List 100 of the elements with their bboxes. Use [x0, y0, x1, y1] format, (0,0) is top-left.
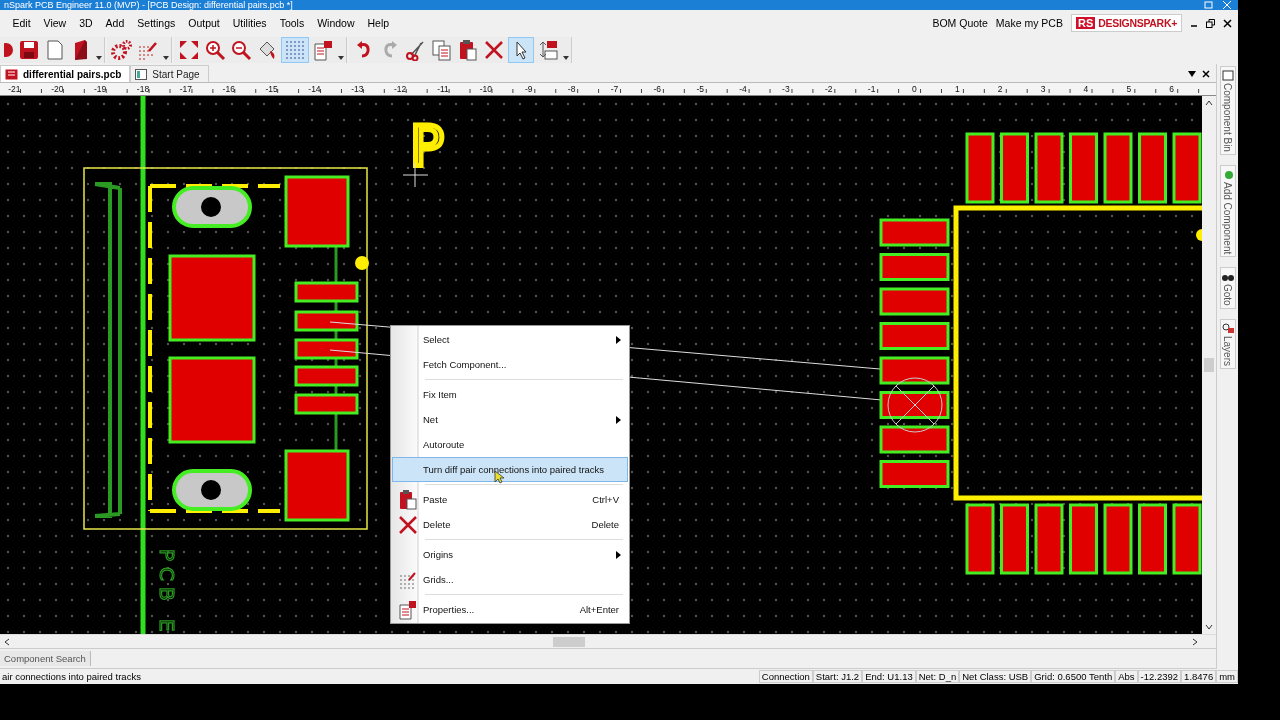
dropdown-icon[interactable]	[563, 55, 569, 61]
side-panel-tab[interactable]: Component Bin	[1219, 66, 1236, 155]
gears-icon[interactable]	[111, 39, 133, 61]
status-field: Start: J1.2	[812, 670, 863, 683]
zoom-in-icon[interactable]	[204, 39, 226, 61]
menu-item[interactable]: Tools	[273, 17, 311, 29]
ic-footprint-drawing[interactable]	[879, 132, 1202, 575]
logo-badge: RS	[1075, 17, 1096, 29]
dropdown-icon[interactable]	[163, 55, 169, 61]
ruler-label: -18	[135, 83, 151, 96]
pcb-canvas[interactable]: P PCB E Select Fetch Component... Fix Item Net Autoroute Turn diff pair connections into paired tracks Paste Ctrl+V Delete Delete Origins Grids... Properties... Alt+Enter	[0, 96, 1202, 635]
properties-icon	[399, 599, 417, 620]
logo-text: DESIGNSPARK+	[1098, 17, 1177, 29]
status-message: air connections into paired tracks	[1, 671, 141, 682]
dropdown-icon[interactable]	[1188, 71, 1196, 77]
menu-item[interactable]: Turn diff pair connections into paired tracks	[392, 457, 628, 483]
panel-icon	[1221, 69, 1234, 81]
zoom-fit-icon[interactable]	[178, 39, 200, 61]
menu-item[interactable]: Properties... Alt+Enter	[392, 597, 628, 623]
save-icon[interactable]	[18, 39, 40, 61]
ruler-label: -13	[350, 83, 365, 96]
pointer-icon[interactable]	[509, 38, 533, 62]
menu-item[interactable]: Utilities	[226, 17, 274, 29]
status-field: Connection	[758, 670, 813, 683]
paste-icon	[399, 489, 417, 510]
menu-item[interactable]: Grids...	[392, 567, 628, 593]
ruler-label: -14	[307, 83, 322, 96]
ruler-label: -1	[866, 83, 877, 96]
ruler-label: -12	[393, 83, 408, 96]
scroll-thumb[interactable]	[553, 637, 585, 648]
menu-item[interactable]: Autoroute	[392, 432, 628, 458]
status-field: mm	[1216, 670, 1238, 683]
delete-icon[interactable]	[483, 39, 505, 61]
scissors-icon[interactable]	[405, 39, 427, 61]
side-panel-tab[interactable]: Goto	[1219, 267, 1236, 309]
scroll-up-icon[interactable]	[1205, 100, 1213, 107]
dropdown-icon[interactable]	[338, 55, 344, 61]
board-icon	[5, 68, 18, 80]
close-icon[interactable]	[1223, 18, 1232, 28]
page-icon	[135, 68, 148, 80]
menu-item[interactable]: Origins	[392, 542, 628, 568]
zoom-out-icon[interactable]	[230, 39, 252, 61]
restore-icon[interactable]	[1206, 18, 1215, 28]
ruler-label: -19	[93, 83, 108, 96]
ruler-label: -21	[7, 83, 22, 96]
scroll-thumb[interactable]	[1204, 358, 1214, 373]
paste-icon[interactable]	[457, 39, 479, 61]
menu-item[interactable]: Help	[361, 17, 396, 29]
ruler-label: -20	[50, 83, 65, 96]
side-panel-tab[interactable]: Add Component	[1219, 164, 1236, 258]
ruler-label: -8	[566, 83, 577, 96]
scroll-down-icon[interactable]	[1205, 624, 1213, 631]
document-tab[interactable]: Start Page	[130, 65, 209, 82]
document-tab[interactable]: differential pairs.pcb	[0, 65, 131, 82]
side-panel-tab[interactable]: Layers	[1219, 318, 1236, 369]
status-field: End: U1.13	[862, 670, 916, 683]
scroll-left-icon[interactable]	[4, 637, 10, 646]
scroll-right-icon[interactable]	[1192, 637, 1198, 646]
connector-footprint-drawing[interactable]	[83, 167, 369, 530]
ruler-label: 4	[1082, 83, 1090, 96]
menu-item[interactable]: Paste Ctrl+V	[392, 487, 628, 513]
ruler-label: -15	[264, 83, 279, 96]
component-icon[interactable]	[537, 39, 559, 61]
board-label: PCB E	[155, 549, 179, 635]
menu-item[interactable]: Select	[392, 327, 628, 353]
ruler-label: -11	[436, 83, 450, 96]
menu-item[interactable]: View	[37, 17, 73, 29]
status-field: 1.8476	[1181, 670, 1217, 683]
menu-item[interactable]: Edit	[6, 17, 38, 29]
properties-icon[interactable]	[312, 39, 334, 61]
ruler-label: -5	[695, 83, 705, 96]
ruler-label: -4	[738, 83, 748, 96]
menu-item[interactable]: Add	[99, 17, 131, 29]
ruler-label: -16	[221, 83, 236, 96]
header-link[interactable]: BOM Quote	[932, 17, 988, 29]
ruler-label: 5	[1125, 83, 1133, 96]
panel-icon	[1221, 321, 1234, 334]
ruler-label: -17	[178, 83, 193, 96]
copy-icon[interactable]	[431, 39, 453, 61]
dropdown-icon[interactable]	[96, 55, 102, 61]
header-link[interactable]: Make my PCB	[995, 17, 1063, 29]
status-field: Net Class: USB	[959, 670, 1032, 683]
horizontal-scrollbar[interactable]	[0, 634, 1216, 649]
close-icon[interactable]	[1202, 70, 1210, 78]
grid-toggle-icon[interactable]	[282, 38, 308, 62]
status-field: Net: D_n	[915, 670, 960, 683]
menu-item[interactable]: Window	[310, 17, 361, 29]
logo[interactable]: RS DESIGNSPARK+	[1070, 14, 1182, 32]
status-field: -12.2392	[1137, 670, 1182, 683]
menu-item[interactable]: Settings	[130, 17, 182, 29]
menu-item[interactable]: Delete Delete	[392, 512, 628, 538]
ruler-label: 3	[1039, 83, 1047, 96]
menu-item[interactable]: Fetch Component...	[392, 352, 628, 378]
menu-item[interactable]: Net	[392, 407, 628, 433]
panel-tab[interactable]: Component Search	[0, 651, 91, 667]
menu-item[interactable]: Fix Item	[392, 382, 628, 408]
ruler-label: -7	[609, 83, 620, 96]
menu-item[interactable]: 3D	[72, 17, 100, 29]
window-title: nSpark PCB Engineer 11.0 (MVP) - [PCB Design: differential pairs.pcb *]	[4, 0, 294, 10]
menu-item[interactable]: Output	[181, 17, 227, 29]
